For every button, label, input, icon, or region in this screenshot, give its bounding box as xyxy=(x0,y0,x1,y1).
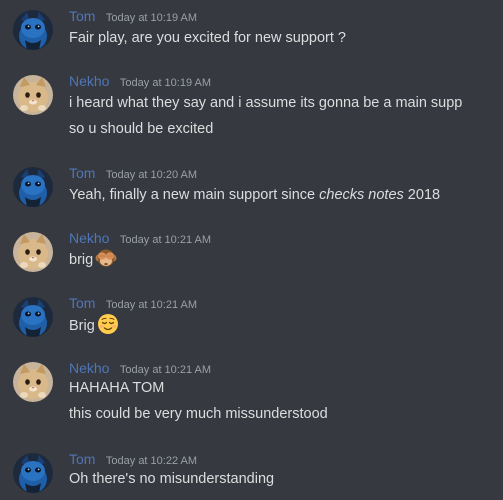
message-text: i heard what they say and i assume its g… xyxy=(69,95,463,111)
author-name[interactable]: Nekho xyxy=(69,230,109,246)
tan-cat-avatar-icon[interactable] xyxy=(13,232,53,272)
tan-cat-avatar-icon[interactable] xyxy=(13,362,53,402)
message-text: so u should be excited xyxy=(69,121,214,137)
blue-cat-avatar-icon[interactable] xyxy=(13,453,53,493)
message: Nekho Today at 10:21 AM HAHAHA TOM this … xyxy=(0,358,503,428)
author-name[interactable]: Tom xyxy=(69,8,95,24)
message: Tom Today at 10:22 AM Oh there's no misu… xyxy=(0,449,503,493)
message-text-part: 2018 xyxy=(403,187,441,203)
message: Nekho Today at 10:21 AM brig xyxy=(0,228,503,272)
message: Nekho Today at 10:19 AM i heard what the… xyxy=(0,71,503,141)
timestamp: Today at 10:22 AM xyxy=(105,455,198,467)
message-text-part: brig xyxy=(69,252,94,268)
message-text-part: Yeah, finally a new main support since xyxy=(69,187,320,203)
message-header: Tom Today at 10:20 AM xyxy=(69,163,197,183)
message-header: Tom Today at 10:21 AM xyxy=(69,293,197,313)
message-text: this could be very much missunderstood xyxy=(69,406,328,422)
author-name[interactable]: Tom xyxy=(69,451,95,467)
author-name[interactable]: Tom xyxy=(69,165,95,181)
message: Tom Today at 10:21 AM Brig xyxy=(0,293,503,337)
timestamp: Today at 10:21 AM xyxy=(105,299,198,311)
message-text: Fair play, are you excited for new suppo… xyxy=(69,30,346,46)
message-text: Yeah, finally a new main support since c… xyxy=(69,184,440,206)
message-text: Oh there's no misunderstanding xyxy=(69,471,275,487)
message-header: Nekho Today at 10:21 AM xyxy=(69,358,211,378)
message-text-part: Brig xyxy=(69,318,95,334)
relieved-face-emoji xyxy=(97,313,119,342)
blue-cat-avatar-icon[interactable] xyxy=(13,167,53,207)
tan-cat-avatar-icon[interactable] xyxy=(13,75,53,115)
timestamp: Today at 10:19 AM xyxy=(119,77,212,89)
message-header: Tom Today at 10:22 AM xyxy=(69,449,197,469)
message-text: Brig xyxy=(69,313,119,342)
timestamp: Today at 10:20 AM xyxy=(105,169,198,181)
author-name[interactable]: Nekho xyxy=(69,360,109,376)
timestamp: Today at 10:19 AM xyxy=(105,12,198,24)
message-header: Nekho Today at 10:19 AM xyxy=(69,71,211,91)
message: Tom Today at 10:20 AM Yeah, finally a ne… xyxy=(0,163,503,207)
message-header: Tom Today at 10:19 AM xyxy=(69,6,197,26)
blue-cat-avatar-icon[interactable] xyxy=(13,10,53,50)
italic-text: checks notes xyxy=(319,187,404,203)
timestamp: Today at 10:21 AM xyxy=(119,234,212,246)
message-text: brig xyxy=(69,247,117,276)
see-no-evil-monkey-emoji xyxy=(95,247,117,276)
timestamp: Today at 10:21 AM xyxy=(119,364,212,376)
blue-cat-avatar-icon[interactable] xyxy=(13,297,53,337)
message: Tom Today at 10:19 AM Fair play, are you… xyxy=(0,6,503,50)
author-name[interactable]: Nekho xyxy=(69,73,109,89)
message-text: HAHAHA TOM xyxy=(69,380,165,396)
message-header: Nekho Today at 10:21 AM xyxy=(69,228,211,248)
author-name[interactable]: Tom xyxy=(69,295,95,311)
